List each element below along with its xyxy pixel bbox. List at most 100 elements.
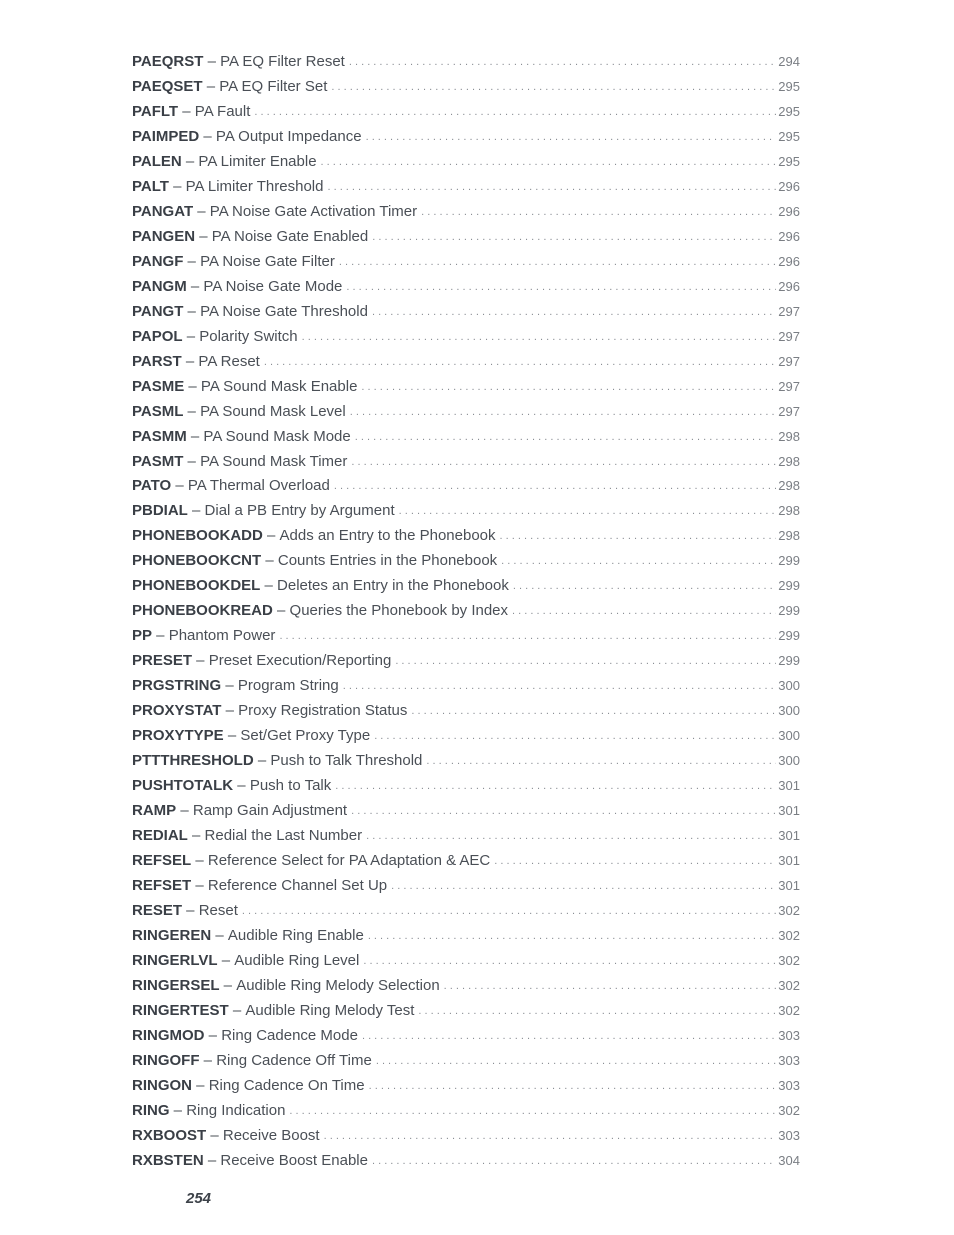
index-entry[interactable]: RINGERLVL – Audible Ring Level 302	[132, 950, 800, 975]
command-name: RINGON	[132, 1076, 192, 1094]
command-description: Receive Boost	[222, 1126, 320, 1144]
index-entry[interactable]: RINGOFF – Ring Cadence Off Time 303	[132, 1050, 800, 1075]
index-entry[interactable]: RINGERSEL – Audible Ring Melody Selectio…	[132, 975, 800, 1000]
page-reference[interactable]: 301	[778, 875, 800, 897]
page-reference[interactable]: 297	[778, 351, 800, 373]
page-reference[interactable]: 298	[778, 451, 800, 473]
page-reference[interactable]: 299	[778, 650, 800, 672]
page-reference[interactable]: 297	[778, 401, 800, 423]
index-entry[interactable]: PALEN – PA Limiter Enable 295	[132, 151, 800, 176]
index-entry[interactable]: PARST – PA Reset 297	[132, 351, 800, 376]
index-entry[interactable]: PRESET – Preset Execution/Reporting 299	[132, 650, 800, 675]
page-reference[interactable]: 296	[778, 176, 800, 198]
page-reference[interactable]: 302	[778, 975, 800, 997]
command-name: PTTTHRESHOLD	[132, 752, 254, 770]
page-reference[interactable]: 300	[778, 675, 800, 697]
dot-leader	[351, 800, 776, 822]
index-entry[interactable]: PHONEBOOKREAD – Queries the Phonebook by…	[132, 600, 800, 625]
index-entry[interactable]: PATO – PA Thermal Overload 298	[132, 475, 800, 500]
index-entry[interactable]: PHONEBOOKCNT – Counts Entries in the Pho…	[132, 550, 800, 575]
index-entry[interactable]: REDIAL – Redial the Last Number 301	[132, 825, 800, 850]
page-reference[interactable]: 302	[778, 1100, 800, 1122]
page-reference[interactable]: 296	[778, 201, 800, 223]
dot-leader	[302, 326, 777, 348]
index-entry[interactable]: PANGAT – PA Noise Gate Activation Timer 2…	[132, 201, 800, 226]
page-reference[interactable]: 299	[778, 625, 800, 647]
page-reference[interactable]: 296	[778, 226, 800, 248]
page-reference[interactable]: 302	[778, 900, 800, 922]
page-reference[interactable]: 303	[778, 1050, 800, 1072]
page-reference[interactable]: 301	[778, 800, 800, 822]
index-entry[interactable]: PROXYSTAT – Proxy Registration Status 300	[132, 700, 800, 725]
page-reference[interactable]: 303	[778, 1075, 800, 1097]
page-reference[interactable]: 303	[778, 1125, 800, 1147]
separator: –	[272, 602, 290, 620]
page-reference[interactable]: 295	[778, 151, 800, 173]
index-entry[interactable]: PAIMPED – PA Output Impedance 295	[132, 126, 800, 151]
dot-leader	[444, 975, 777, 997]
page-reference[interactable]: 295	[778, 126, 800, 148]
index-entry[interactable]: PANGT – PA Noise Gate Threshold 297	[132, 301, 800, 326]
page-reference[interactable]: 295	[778, 101, 800, 123]
index-entry[interactable]: RESET – Reset 302	[132, 900, 800, 925]
page-reference[interactable]: 298	[778, 475, 800, 497]
index-entry[interactable]: PAPOL – Polarity Switch 297	[132, 326, 800, 351]
index-entry[interactable]: PBDIAL – Dial a PB Entry by Argument 298	[132, 500, 800, 525]
page-reference[interactable]: 299	[778, 600, 800, 622]
page-reference[interactable]: 301	[778, 825, 800, 847]
index-entry[interactable]: RING – Ring Indication 302	[132, 1100, 800, 1125]
index-entry[interactable]: PUSHTOTALK – Push to Talk 301	[132, 775, 800, 800]
index-entry[interactable]: PHONEBOOKADD – Adds an Entry to the Phon…	[132, 525, 800, 550]
index-entry[interactable]: PASME – PA Sound Mask Enable 297	[132, 376, 800, 401]
command-description: PA EQ Filter Reset	[220, 53, 345, 70]
index-entry[interactable]: PROXYTYPE – Set/Get Proxy Type 300	[132, 725, 800, 750]
index-entry[interactable]: REFSET – Reference Channel Set Up 301	[132, 875, 800, 900]
index-entry[interactable]: RINGEREN – Audible Ring Enable 302	[132, 925, 800, 950]
index-entry[interactable]: PANGM – PA Noise Gate Mode 296	[132, 276, 800, 301]
index-entry[interactable]: PALT – PA Limiter Threshold 296	[132, 176, 800, 201]
index-entry[interactable]: PTTTHRESHOLD – Push to Talk Threshold 300	[132, 750, 800, 775]
page-reference[interactable]: 294	[778, 51, 800, 73]
page-reference[interactable]: 300	[778, 700, 800, 722]
index-entry[interactable]: RINGERTEST – Audible Ring Melody Test 302	[132, 1000, 800, 1025]
page-reference[interactable]: 296	[778, 276, 800, 298]
page-reference[interactable]: 302	[778, 950, 800, 972]
index-entry[interactable]: PASMM – PA Sound Mask Mode 298	[132, 426, 800, 451]
index-entry[interactable]: PP – Phantom Power 299	[132, 625, 800, 650]
page-reference[interactable]: 299	[778, 575, 800, 597]
index-entry[interactable]: PASMT – PA Sound Mask Timer 298	[132, 451, 800, 476]
page-reference[interactable]: 297	[778, 326, 800, 348]
index-entry[interactable]: PANGEN – PA Noise Gate Enabled 296	[132, 226, 800, 251]
index-entry[interactable]: PRGSTRING – Program String 300	[132, 675, 800, 700]
page-reference[interactable]: 297	[778, 376, 800, 398]
page-reference[interactable]: 297	[778, 301, 800, 323]
page-reference[interactable]: 301	[778, 850, 800, 872]
index-entry[interactable]: PANGF – PA Noise Gate Filter 296	[132, 251, 800, 276]
page-reference[interactable]: 295	[778, 76, 800, 98]
page-reference[interactable]: 299	[778, 550, 800, 572]
page-reference[interactable]: 303	[778, 1025, 800, 1047]
index-entry[interactable]: PASML – PA Sound Mask Level 297	[132, 401, 800, 426]
page-reference[interactable]: 300	[778, 750, 800, 772]
page-reference[interactable]: 298	[778, 525, 800, 547]
command-description: Ring Cadence Off Time	[216, 1051, 372, 1069]
index-entry[interactable]: RXBSTEN – Receive Boost Enable 304	[132, 1150, 800, 1175]
page-reference[interactable]: 300	[778, 725, 800, 747]
page-reference[interactable]: 302	[778, 1000, 800, 1022]
index-entry[interactable]: RINGON – Ring Cadence On Time 303	[132, 1075, 800, 1100]
page-reference[interactable]: 301	[778, 775, 800, 797]
index-entry[interactable]: RINGMOD – Ring Cadence Mode 303	[132, 1025, 800, 1050]
page-reference[interactable]: 304	[778, 1150, 800, 1172]
index-entry[interactable]: PAEQRST – PA EQ Filter Reset 294	[132, 51, 800, 76]
page-reference[interactable]: 302	[778, 925, 800, 947]
index-entry[interactable]: PHONEBOOKDEL – Deletes an Entry in the P…	[132, 575, 800, 600]
index-entry[interactable]: RAMP – Ramp Gain Adjustment 301	[132, 800, 800, 825]
index-entry[interactable]: PAEQSET – PA EQ Filter Set 295	[132, 76, 800, 101]
index-entry[interactable]: RXBOOST – Receive Boost 303	[132, 1125, 800, 1150]
index-entry[interactable]: REFSEL – Reference Select for PA Adaptat…	[132, 850, 800, 875]
command-description: PA Limiter Enable	[198, 152, 317, 170]
page-reference[interactable]: 298	[778, 500, 800, 522]
index-entry[interactable]: PAFLT – PA Fault 295	[132, 101, 800, 126]
page-reference[interactable]: 298	[778, 426, 800, 448]
page-reference[interactable]: 296	[778, 251, 800, 273]
